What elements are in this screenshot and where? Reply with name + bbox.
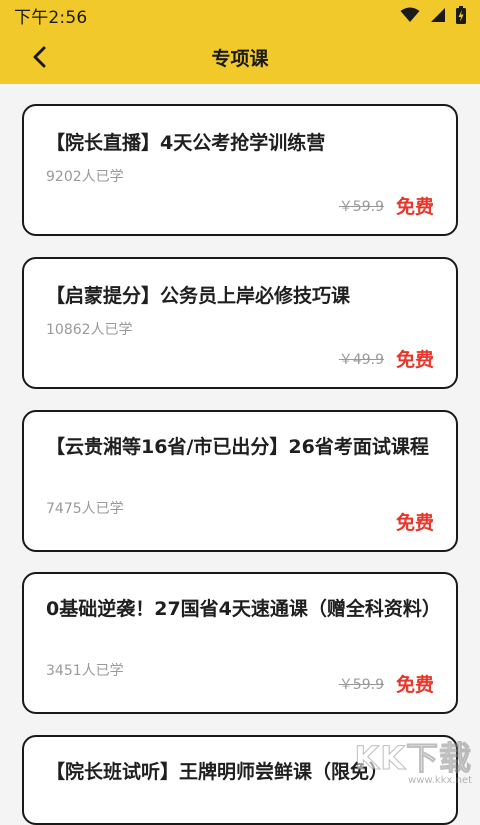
original-price: ￥59.9 bbox=[338, 676, 384, 693]
watermark-text: KK下载 bbox=[354, 739, 472, 778]
price-label: 免费 bbox=[395, 674, 434, 696]
course-card[interactable]: 0基础逆袭！27国省4天速通课（赠全科资料） 3451人已学 ￥59.9 免费 bbox=[22, 572, 458, 714]
price-row: ￥59.9 免费 bbox=[339, 670, 434, 697]
price-row: ￥59.9 免费 bbox=[339, 192, 434, 219]
price-label: 免费 bbox=[395, 349, 434, 371]
course-title: 【院长直播】4天公考抢学训练营 bbox=[46, 132, 326, 154]
course-title: 【启蒙提分】公务员上岸必修技巧课 bbox=[46, 285, 351, 307]
signal-icon bbox=[431, 8, 445, 22]
learner-count: 10862人已学 bbox=[46, 322, 133, 338]
status-icons bbox=[400, 6, 466, 24]
app-bar: 专项课 bbox=[0, 30, 480, 84]
price-row: 免费 bbox=[396, 508, 434, 535]
price-label: 免费 bbox=[395, 196, 434, 218]
status-bar: 下午2:56 bbox=[0, 0, 480, 30]
learner-count: 7475人已学 bbox=[46, 501, 124, 517]
page-title: 专项课 bbox=[211, 47, 269, 70]
price-row: ￥49.9 免费 bbox=[339, 345, 434, 372]
course-card[interactable]: 【启蒙提分】公务员上岸必修技巧课 10862人已学 ￥49.9 免费 bbox=[22, 257, 458, 389]
original-price: ￥59.9 bbox=[338, 198, 384, 215]
learner-count: 9202人已学 bbox=[46, 169, 124, 185]
watermark-url: www.kkx.net bbox=[408, 775, 472, 786]
course-card[interactable]: 【院长直播】4天公考抢学训练营 9202人已学 ￥59.9 免费 bbox=[22, 104, 458, 236]
course-card[interactable]: 【云贵湘等16省/市已出分】26省考面试课程 7475人已学 免费 bbox=[22, 410, 458, 552]
back-button[interactable] bbox=[24, 42, 54, 72]
course-title: 0基础逆袭！27国省4天速通课（赠全科资料） bbox=[46, 598, 441, 620]
chevron-left-icon bbox=[33, 46, 46, 68]
price-label: 免费 bbox=[395, 512, 434, 534]
watermark: KK下载 www.kkx.net bbox=[354, 733, 472, 787]
course-title: 【云贵湘等16省/市已出分】26省考面试课程 bbox=[46, 436, 429, 458]
original-price: ￥49.9 bbox=[338, 351, 384, 368]
wifi-icon bbox=[400, 7, 420, 22]
battery-icon bbox=[456, 6, 466, 24]
learner-count: 3451人已学 bbox=[46, 663, 124, 679]
status-time: 下午2:56 bbox=[14, 7, 88, 28]
